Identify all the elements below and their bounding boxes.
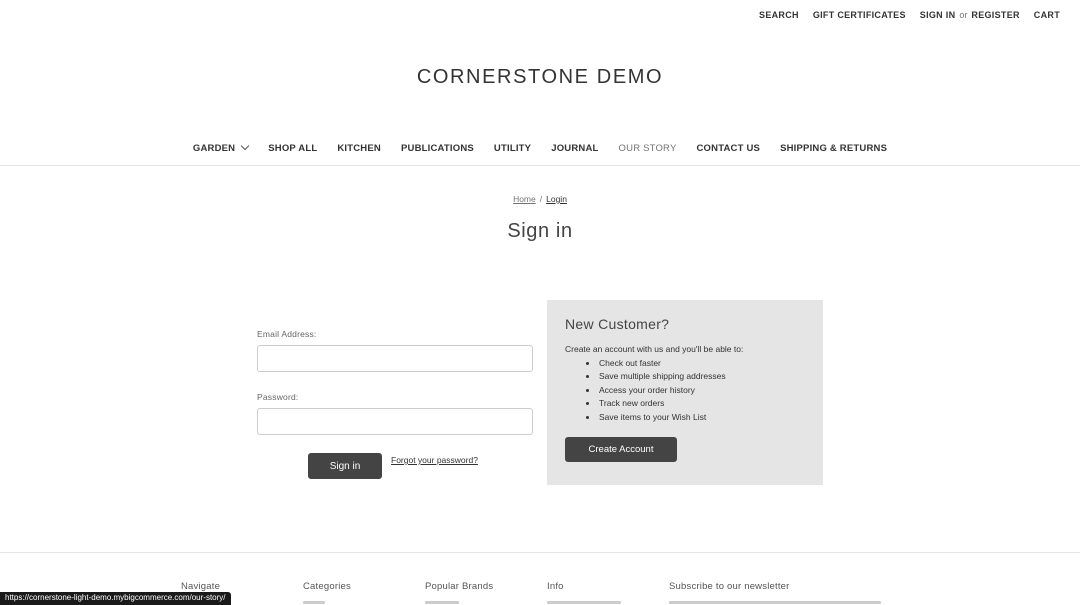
new-customer-heading: New Customer? — [565, 316, 670, 332]
nav-item-garden[interactable]: GARDEN — [192, 141, 250, 154]
page-title: Sign in — [507, 220, 573, 242]
password-label: Password: — [257, 392, 299, 402]
footer-heading-categories: Categories — [303, 581, 351, 592]
email-label: Email Address: — [257, 329, 317, 339]
nav-item-publications[interactable]: PUBLICATIONS — [401, 143, 474, 154]
list-item: Check out faster — [586, 357, 805, 370]
nav-item-journal[interactable]: JOURNAL — [551, 143, 598, 154]
gift-certificates-link[interactable]: GIFT CERTIFICATES — [813, 10, 906, 20]
chevron-down-icon — [240, 141, 250, 151]
search-link[interactable]: SEARCH — [759, 10, 799, 20]
or-text: or — [959, 10, 968, 20]
list-item: Track new orders — [586, 397, 805, 410]
top-utility-bar: SEARCH GIFT CERTIFICATES SIGN IN or REGI… — [745, 0, 1080, 30]
breadcrumb-current[interactable]: Login — [546, 194, 567, 204]
password-input[interactable] — [257, 408, 533, 435]
forgot-password-link[interactable]: Forgot your password? — [391, 455, 478, 465]
new-customer-intro: Create an account with us and you'll be … — [565, 344, 744, 354]
sign-in-button[interactable]: Sign in — [308, 453, 382, 479]
footer-link-fragment — [303, 601, 325, 604]
footer-heading-brands: Popular Brands — [425, 581, 494, 592]
breadcrumb-home[interactable]: Home — [513, 194, 536, 204]
nav-item-utility[interactable]: UTILITY — [494, 143, 531, 154]
new-customer-panel: New Customer? Create an account with us … — [547, 300, 823, 485]
footer-heading-navigate: Navigate — [181, 581, 221, 592]
list-item: Save multiple shipping addresses — [586, 370, 805, 383]
footer-link-fragment — [547, 601, 621, 604]
account-links: SIGN IN or REGISTER — [920, 10, 1020, 20]
main-navigation: GARDEN SHOP ALL KITCHEN PUBLICATIONS UTI… — [0, 137, 1080, 159]
store-logo[interactable]: CORNERSTONE DEMO — [0, 66, 1080, 89]
nav-item-shop-all[interactable]: SHOP ALL — [268, 143, 317, 154]
nav-item-our-story[interactable]: OUR STORY — [619, 143, 677, 154]
sign-in-link[interactable]: SIGN IN — [920, 10, 956, 20]
email-input[interactable] — [257, 345, 533, 372]
nav-item-kitchen[interactable]: KITCHEN — [337, 143, 381, 154]
header-divider — [0, 165, 1080, 166]
breadcrumb: Home / Login — [0, 194, 1080, 204]
breadcrumb-separator: / — [539, 194, 543, 204]
nav-item-label: GARDEN — [192, 142, 236, 154]
link-status-bar: https://cornerstone-light-demo.mybigcomm… — [0, 592, 231, 605]
footer-heading-newsletter: Subscribe to our newsletter — [669, 581, 790, 592]
nav-item-shipping-returns[interactable]: SHIPPING & RETURNS — [780, 143, 887, 154]
list-item: Access your order history — [586, 384, 805, 397]
benefits-list: Check out faster Save multiple shipping … — [586, 357, 805, 424]
cart-link[interactable]: CART — [1034, 10, 1060, 20]
list-item: Save items to your Wish List — [586, 411, 805, 424]
register-link[interactable]: REGISTER — [971, 10, 1019, 20]
footer-text-fragment — [669, 601, 881, 604]
footer-link-fragment — [425, 601, 459, 604]
footer-heading-info: Info — [547, 581, 564, 592]
nav-item-contact-us[interactable]: CONTACT US — [696, 143, 760, 154]
create-account-button[interactable]: Create Account — [565, 437, 677, 462]
